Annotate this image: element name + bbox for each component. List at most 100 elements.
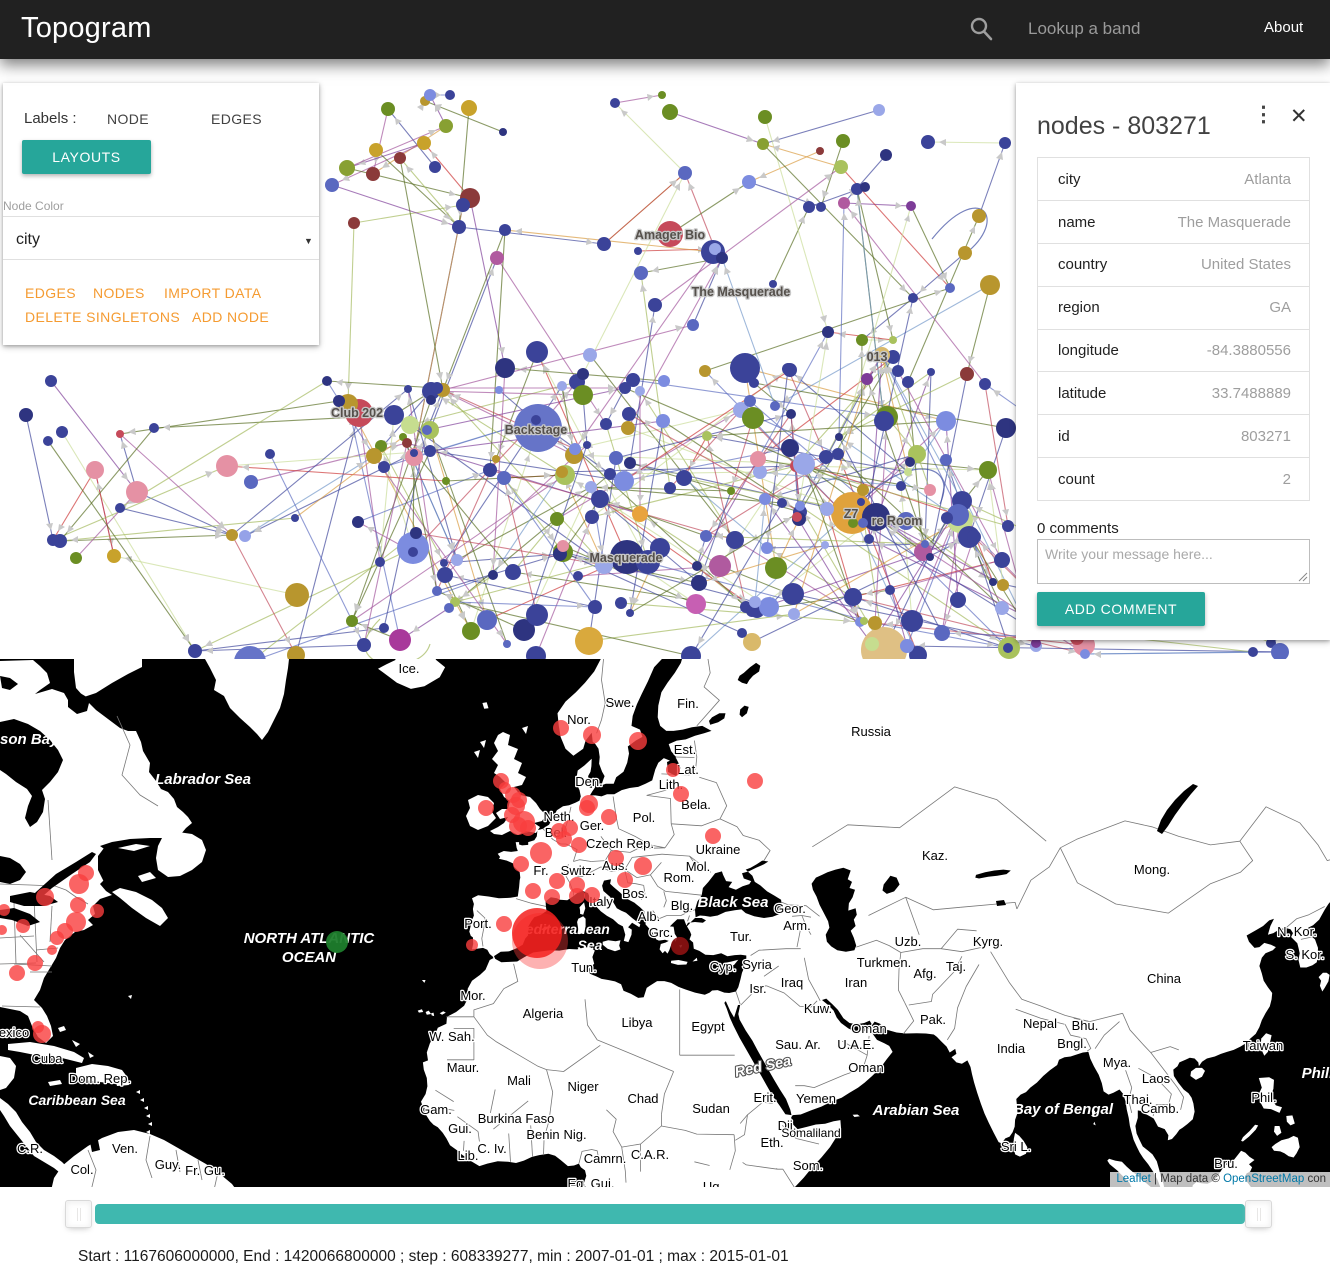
svg-text:Grc.: Grc. (649, 925, 674, 940)
svg-text:India: India (997, 1041, 1026, 1056)
svg-text:Isr.: Isr. (749, 981, 766, 996)
svg-text:Club 202: Club 202 (331, 406, 383, 420)
svg-text:Nepal: Nepal (1023, 1016, 1057, 1031)
svg-text:Ug.: Ug. (703, 1179, 723, 1187)
svg-text:China: China (1147, 971, 1182, 986)
svg-text:Nig.: Nig. (563, 1127, 586, 1142)
svg-text:Blg.: Blg. (671, 898, 693, 913)
svg-text:Mya.: Mya. (1103, 1055, 1131, 1070)
svg-text:Afg.: Afg. (913, 966, 936, 981)
svg-text:Gui.: Gui. (448, 1121, 472, 1136)
svg-text:Backstage: Backstage (505, 423, 568, 437)
svg-text:Labrador Sea: Labrador Sea (155, 771, 251, 788)
svg-text:Z7: Z7 (844, 507, 859, 521)
svg-text:Cyp.: Cyp. (710, 959, 737, 974)
svg-text:Gam.: Gam. (420, 1102, 452, 1117)
svg-text:Black Sea: Black Sea (698, 894, 769, 911)
svg-text:Swe.: Swe. (606, 695, 635, 710)
svg-text:son Bay: son Bay (0, 731, 59, 748)
svg-text:Switz.: Switz. (561, 863, 596, 878)
svg-text:Arabian Sea: Arabian Sea (872, 1102, 960, 1119)
svg-text:C.R.: C.R. (17, 1141, 43, 1156)
svg-text:Chad: Chad (627, 1091, 658, 1106)
svg-text:W. Sah.: W. Sah. (429, 1029, 475, 1044)
svg-text:Syria: Syria (742, 957, 772, 972)
svg-text:N. Kor.: N. Kor. (1277, 924, 1317, 939)
svg-text:Tur.: Tur. (730, 929, 752, 944)
svg-text:Tun.: Tun. (571, 960, 597, 975)
svg-text:Yemen: Yemen (796, 1091, 836, 1106)
svg-text:Cuba: Cuba (31, 1051, 63, 1066)
svg-text:Taiwan: Taiwan (1243, 1038, 1283, 1053)
svg-text:Niger: Niger (567, 1079, 599, 1094)
svg-text:Amager Bio: Amager Bio (635, 228, 706, 242)
svg-text:Ukraine: Ukraine (696, 842, 741, 857)
svg-text:Alb.: Alb. (638, 909, 660, 924)
svg-text:Camb.: Camb. (1141, 1101, 1179, 1116)
svg-text:Burkina Faso: Burkina Faso (478, 1111, 555, 1126)
svg-text:Libya: Libya (621, 1015, 653, 1030)
svg-text:Oman: Oman (851, 1021, 886, 1036)
svg-text:Som.: Som. (793, 1158, 823, 1173)
svg-text:Laos: Laos (1142, 1071, 1171, 1086)
svg-text:Dom. Rep.: Dom. Rep. (69, 1071, 131, 1086)
svg-text:Sri L.: Sri L. (1001, 1139, 1031, 1154)
svg-text:Ice.: Ice. (399, 661, 420, 676)
svg-text:Col.: Col. (70, 1162, 93, 1177)
svg-text:The Masquerade: The Masquerade (692, 285, 791, 299)
svg-text:Eq. Gui.: Eq. Gui. (568, 1176, 615, 1187)
svg-text:Uzb.: Uzb. (895, 934, 922, 949)
svg-text:Kyrg.: Kyrg. (973, 934, 1003, 949)
svg-text:Sau. Ar.: Sau. Ar. (775, 1037, 821, 1052)
svg-text:Guy.: Guy. (155, 1157, 182, 1172)
svg-text:Camrn.: Camrn. (584, 1151, 627, 1166)
svg-text:U.A.E.: U.A.E. (837, 1037, 875, 1052)
svg-text:C. Iv.: C. Iv. (477, 1141, 506, 1156)
svg-text:Masquerade: Masquerade (590, 551, 663, 565)
svg-text:Turkmen.: Turkmen. (857, 955, 911, 970)
svg-text:Lat.: Lat. (677, 762, 699, 777)
svg-text:Mor.: Mor. (460, 988, 485, 1003)
svg-text:Mong.: Mong. (1134, 862, 1170, 877)
svg-text:Nor.: Nor. (567, 712, 591, 727)
svg-text:Mali: Mali (507, 1073, 531, 1088)
svg-text:Bhu.: Bhu. (1072, 1018, 1099, 1033)
svg-text:Egypt: Egypt (691, 1019, 725, 1034)
svg-text:Ger.: Ger. (580, 818, 605, 833)
svg-text:Algeria: Algeria (523, 1006, 564, 1021)
svg-text:Rom.: Rom. (663, 870, 694, 885)
svg-text:Philip: Philip (1302, 1065, 1330, 1082)
svg-text:exico: exico (0, 1025, 29, 1040)
svg-text:Benin: Benin (526, 1127, 559, 1142)
svg-text:Russia: Russia (851, 724, 892, 739)
svg-text:Eth.: Eth. (760, 1135, 783, 1150)
svg-text:Czech Rep.: Czech Rep. (586, 836, 654, 851)
svg-text:Fr.: Fr. (533, 863, 548, 878)
svg-text:Fin.: Fin. (677, 696, 699, 711)
svg-text:Bru.: Bru. (1214, 1156, 1238, 1171)
svg-text:Iran: Iran (845, 975, 867, 990)
svg-text:Est.: Est. (674, 742, 696, 757)
svg-text:Fr. Gu.: Fr. Gu. (185, 1163, 225, 1178)
svg-text:Port.: Port. (464, 916, 491, 931)
svg-text:Somaliland: Somaliland (781, 1126, 840, 1140)
svg-text:Kuw.: Kuw. (804, 1001, 832, 1016)
svg-text:Sudan: Sudan (692, 1101, 730, 1116)
svg-text:NORTH ATLANTIC: NORTH ATLANTIC (244, 930, 376, 947)
svg-text:Geor.: Geor. (774, 901, 806, 916)
svg-text:Ven.: Ven. (112, 1141, 138, 1156)
svg-text:Taj.: Taj. (946, 959, 966, 974)
svg-text:OCEAN: OCEAN (282, 949, 337, 966)
svg-text:Den.: Den. (575, 774, 602, 789)
svg-text:Bay of Bengal: Bay of Bengal (1013, 1101, 1114, 1118)
svg-text:013: 013 (867, 350, 888, 364)
svg-text:Erit.: Erit. (753, 1090, 776, 1105)
svg-text:Caribbean Sea: Caribbean Sea (28, 1092, 125, 1108)
svg-text:S. Kor.: S. Kor. (1285, 947, 1324, 962)
svg-text:Sea: Sea (578, 937, 603, 953)
svg-text:Maur.: Maur. (447, 1060, 480, 1075)
svg-text:Iraq: Iraq (781, 975, 803, 990)
svg-text:Kaz.: Kaz. (922, 848, 948, 863)
svg-text:Phil.: Phil. (1251, 1090, 1276, 1105)
svg-text:Bngl.: Bngl. (1057, 1036, 1087, 1051)
